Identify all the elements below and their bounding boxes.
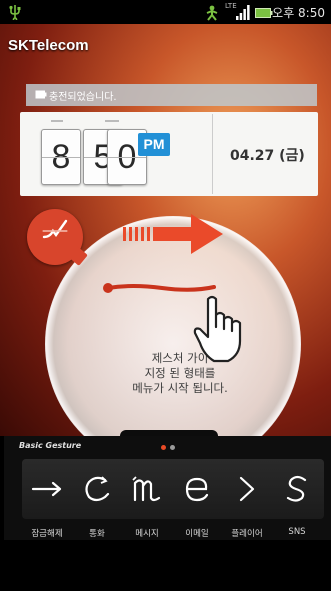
notification-bar: 충전되었습니다. — [26, 84, 317, 106]
s-stroke-icon — [286, 475, 307, 502]
c-stroke-icon — [85, 476, 110, 502]
gesture-panel: Basic Gesture 잠금해제 통화 메시지 이메일 플레이어 SNS — [4, 436, 331, 540]
gesture-badge — [27, 209, 83, 265]
gesture-panel-title: Basic Gesture — [19, 441, 82, 450]
gesture-item-sns[interactable]: SNS — [274, 459, 320, 541]
gesture-item-call[interactable]: 통화 — [74, 459, 120, 541]
gesture-guide[interactable]: 제스처 가이 지정 된 형태를 메뉴가 시작 됩니다. — [27, 174, 317, 436]
notification-text: 충전되었습니다. — [49, 92, 117, 103]
status-time: 오후 8:50 — [272, 6, 325, 20]
guide-line-2: 지정 된 형태를 — [144, 366, 216, 380]
signal-bars-icon — [236, 5, 250, 20]
carrier-label: SKTelecom — [8, 37, 89, 54]
bottom-bar — [0, 540, 331, 591]
gesture-item-player[interactable]: 플레이어 — [224, 459, 270, 541]
gesture-item-label: SNS — [288, 527, 306, 537]
e-stroke-icon — [185, 477, 209, 502]
battery-full-icon — [35, 90, 47, 99]
gesture-badge-caption-mark — [42, 230, 68, 232]
gesture-item-message[interactable]: 메시지 — [124, 459, 170, 541]
status-bar: LTE 오후 8:50 — [0, 0, 331, 24]
clock-date: 04.27 (금) — [230, 148, 305, 164]
clock-caption-marks — [51, 120, 119, 122]
battery-icon — [255, 8, 273, 18]
gesture-item-email[interactable]: 이메일 — [174, 459, 220, 541]
gesture-trace — [103, 283, 216, 293]
page-indicator — [161, 445, 181, 451]
guide-line-3: 메뉴가 시작 됩니다. — [132, 381, 228, 395]
signal-person-icon — [206, 5, 218, 21]
ampm-badge: PM — [138, 133, 170, 156]
chevron-right-stroke-icon — [239, 476, 255, 502]
arrow-right-icon — [123, 214, 223, 254]
page-dot-active — [161, 445, 166, 450]
gesture-item-unlock[interactable]: 잠금해제 — [24, 459, 70, 541]
gesture-list: 잠금해제 통화 메시지 이메일 플레이어 SNS — [22, 459, 324, 539]
hand-pointer-icon — [193, 295, 242, 363]
arrow-right-stroke-icon — [31, 481, 62, 497]
usb-icon — [9, 5, 21, 20]
lock-screen: SKTelecom 충전되었습니다. 8 5 0 PM 04.27 (금) 제스… — [0, 24, 331, 436]
m-stroke-icon — [132, 476, 161, 502]
page-dot — [170, 445, 175, 450]
network-type: LTE — [225, 2, 237, 10]
